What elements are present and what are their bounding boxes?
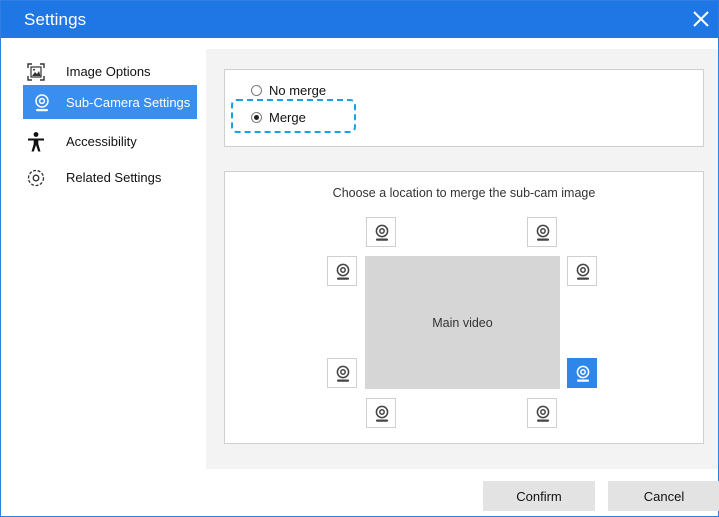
webcam-icon xyxy=(336,365,350,382)
close-icon xyxy=(693,11,709,27)
confirm-button[interactable]: Confirm xyxy=(483,481,595,511)
radio-label: Merge xyxy=(269,110,306,125)
position-right-lower-button[interactable] xyxy=(567,358,597,388)
webcam-icon xyxy=(536,405,550,422)
accessibility-icon xyxy=(25,131,47,153)
sidebar-item-label: Image Options xyxy=(66,64,151,79)
main-video-label: Main video xyxy=(432,316,493,330)
radio-circle xyxy=(251,112,262,123)
position-top-left-button[interactable] xyxy=(366,217,396,247)
sidebar-item-label: Related Settings xyxy=(66,170,162,185)
position-bottom-left-button[interactable] xyxy=(366,398,396,428)
content-area: No merge Merge Choose a location to merg… xyxy=(206,49,718,469)
sidebar-item-related-settings[interactable]: Related Settings xyxy=(1,160,198,194)
sidebar: Image Options Sub-Camera Settings Access… xyxy=(1,38,206,516)
webcam-icon xyxy=(576,365,590,382)
webcam-icon xyxy=(31,92,53,114)
merge-location-panel: Choose a location to merge the sub-cam i… xyxy=(224,171,704,444)
merge-radio[interactable]: Merge xyxy=(251,109,351,129)
close-button[interactable] xyxy=(686,4,716,34)
sidebar-item-sub-camera-settings[interactable]: Sub-Camera Settings xyxy=(23,85,197,119)
sidebar-item-label: Sub-Camera Settings xyxy=(66,95,191,110)
webcam-icon xyxy=(336,263,350,280)
sidebar-item-accessibility[interactable]: Accessibility xyxy=(1,124,198,158)
window-title: Settings xyxy=(24,10,87,29)
title-bar: Settings xyxy=(1,1,718,38)
webcam-icon xyxy=(375,224,389,241)
radio-circle xyxy=(251,85,262,96)
image-options-icon xyxy=(25,61,47,83)
merge-location-caption: Choose a location to merge the sub-cam i… xyxy=(332,186,596,200)
webcam-icon xyxy=(536,224,550,241)
sidebar-item-label: Accessibility xyxy=(66,134,137,149)
position-right-upper-button[interactable] xyxy=(567,256,597,286)
cancel-button[interactable]: Cancel xyxy=(608,481,719,511)
position-top-right-button[interactable] xyxy=(527,217,557,247)
position-bottom-right-button[interactable] xyxy=(527,398,557,428)
position-left-lower-button[interactable] xyxy=(327,358,357,388)
settings-window: Settings Image Options Sub-Camera Settin… xyxy=(0,0,719,517)
webcam-icon xyxy=(375,405,389,422)
sidebar-item-image-options[interactable]: Image Options xyxy=(1,54,198,88)
radio-label: No merge xyxy=(269,83,327,98)
position-left-upper-button[interactable] xyxy=(327,256,357,286)
gear-icon xyxy=(25,167,47,189)
webcam-icon xyxy=(576,263,590,280)
merge-mode-panel: No merge Merge xyxy=(224,69,704,147)
main-video-preview: Main video xyxy=(365,256,560,389)
radio-dot xyxy=(254,115,259,120)
